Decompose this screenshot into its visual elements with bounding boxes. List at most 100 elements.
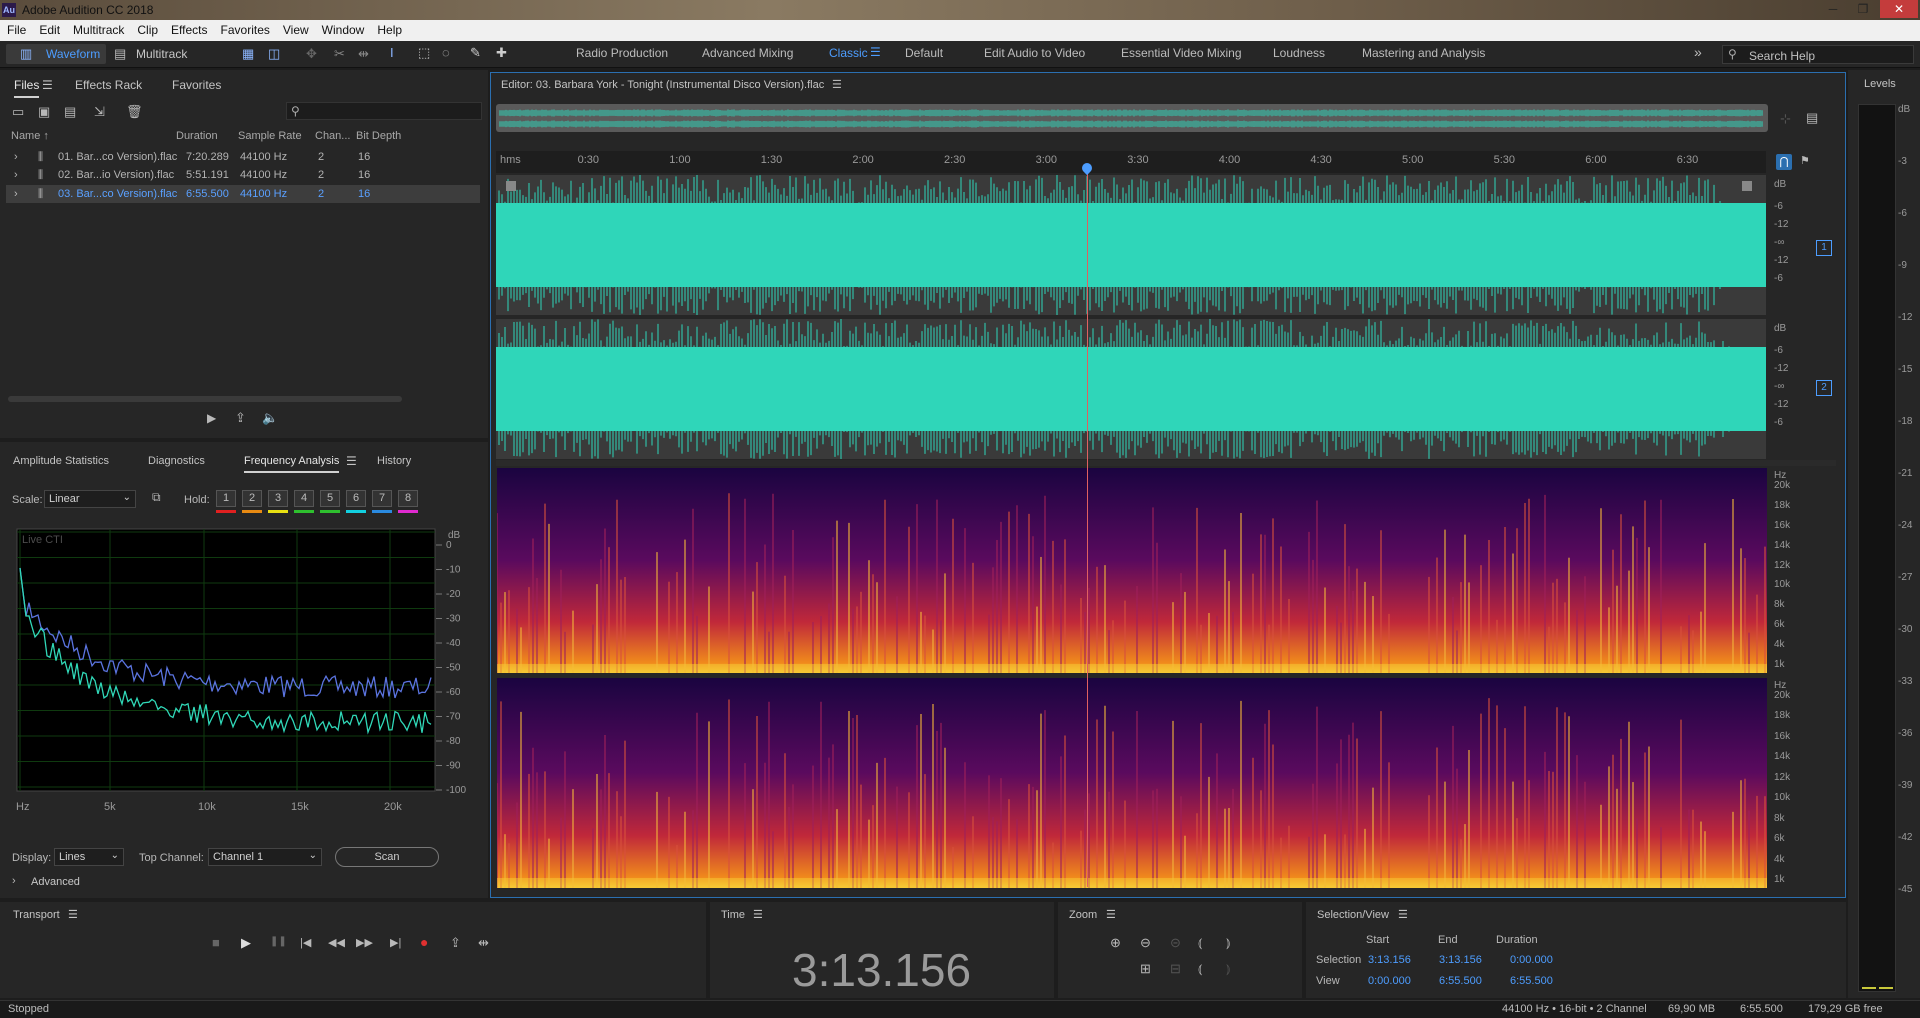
record-icon[interactable]: ● [420,934,428,950]
rewind-icon[interactable]: ◀◀ [328,936,345,949]
spectral-divider-handle[interactable] [496,460,1836,466]
tab-amplitude-statistics[interactable]: Amplitude Statistics [13,455,109,467]
hold-button-6[interactable]: 6 [346,490,366,507]
skip-icon[interactable]: ⇹ [478,935,489,951]
tab-frequency-analysis[interactable]: Frequency Analysis [244,455,340,473]
file-row-selected[interactable]: › ⫼ 03. Bar...co Version).flac 6:55.500 … [6,185,480,203]
file-row[interactable]: › ⫼ 02. Bar...io Version).flac 5:51.191 … [6,166,480,184]
spectral-pitch-icon[interactable]: ◫ [268,46,280,62]
time-selection-tool-icon[interactable]: I [390,45,394,60]
pause-icon[interactable]: ❚❚ [270,936,287,947]
selection-view-menu-icon[interactable]: ☰ [1398,908,1408,921]
col-channels[interactable]: Chan... [315,130,350,142]
zoom-in-time-icon[interactable]: ⊝ [1170,935,1181,951]
zoom-in-left-icon[interactable]: ⦅ [1198,935,1202,951]
tab-files[interactable]: Files [14,78,40,98]
zoom-to-selection-icon[interactable]: ⊹ [1780,111,1791,127]
marquee-tool-icon[interactable]: ⬚ [418,45,430,61]
workspace-edit-audio-video[interactable]: Edit Audio to Video [984,46,1085,60]
menu-help[interactable]: Help [370,20,408,37]
lock-hold-icon[interactable]: ⧉ [152,490,161,505]
stop-icon[interactable]: ■ [212,935,220,950]
hold-button-4[interactable]: 4 [294,490,314,507]
minimize-button[interactable]: ─ [1818,0,1848,18]
menu-edit[interactable]: Edit [32,20,66,37]
files-horizontal-scrollbar[interactable] [8,396,402,402]
hold-button-8[interactable]: 8 [398,490,418,507]
advanced-label[interactable]: Advanced [31,876,80,888]
workspace-radio-production[interactable]: Radio Production [576,46,668,60]
frequency-panel-menu-icon[interactable]: ☰ [346,454,357,468]
zoom-selection-icon[interactable]: ⊟ [1170,961,1181,977]
view-end[interactable]: 6:55.500 [1439,975,1482,987]
hold-button-1[interactable]: 1 [216,490,236,507]
go-to-end-icon[interactable]: ▶| [390,936,401,949]
zoom-menu-icon[interactable]: ☰ [1106,908,1116,921]
hold-button-2[interactable]: 2 [242,490,262,507]
tab-history[interactable]: History [377,455,411,467]
menu-effects[interactable]: Effects [164,20,213,37]
maximize-button[interactable]: ❐ [1848,0,1878,18]
preview-play-icon[interactable]: ▶ [207,411,216,425]
menu-file[interactable]: File [0,20,32,37]
channel-2-badge[interactable]: 2 [1816,380,1832,396]
go-to-start-icon[interactable]: |◀ [300,936,311,949]
waveform-display[interactable] [496,175,1766,460]
marker-icon[interactable]: ⚑ [1800,154,1810,167]
col-name[interactable]: Name ↑ [11,130,49,142]
workspace-overflow-icon[interactable]: » [1694,44,1702,60]
lasso-tool-icon[interactable]: ◌ [442,45,450,60]
hold-button-5[interactable]: 5 [320,490,340,507]
workspace-mastering-analysis[interactable]: Mastering and Analysis [1362,46,1485,60]
spectral-frequency-icon[interactable]: ▦ [242,46,254,62]
selection-duration[interactable]: 0:00.000 [1510,954,1553,966]
time-menu-icon[interactable]: ☰ [753,908,763,921]
close-button[interactable]: ✕ [1880,0,1918,18]
tab-diagnostics[interactable]: Diagnostics [148,455,205,467]
preview-loop-icon[interactable]: ⇪ [235,410,246,426]
timeline-ruler[interactable]: hms 0:30 1:00 1:30 2:00 2:30 3:00 3:30 4:00 4:30… [496,151,1766,173]
import-file-icon[interactable]: ▣ [38,104,50,120]
insert-multitrack-icon[interactable]: ⇲ [94,104,105,120]
snap-icon[interactable]: ⋂ [1776,154,1792,170]
workspace-classic[interactable]: Classic [829,46,868,60]
expand-icon[interactable]: › [14,169,18,181]
zoom-out-amplitude-icon[interactable]: ⊖ [1140,935,1151,951]
menu-view[interactable]: View [276,20,315,37]
menu-multitrack[interactable]: Multitrack [66,20,130,37]
menu-clip[interactable]: Clip [130,20,164,37]
workspace-default[interactable]: Default [905,46,943,60]
spectral-display[interactable] [497,468,1767,888]
zoom-full-icon[interactable]: ⊞ [1140,961,1151,977]
spot-healing-icon[interactable]: ✚ [496,45,507,61]
view-start[interactable]: 0:00.000 [1368,975,1411,987]
fast-forward-icon[interactable]: ▶▶ [356,936,373,949]
workspace-loudness[interactable]: Loudness [1273,46,1325,60]
scale-dropdown[interactable]: Linear ⌄ [44,490,136,508]
top-channel-dropdown[interactable]: Channel 1 ⌄ [208,848,322,866]
open-file-icon[interactable]: ▭ [12,104,24,120]
zoom-in-right-icon[interactable]: ⦆ [1226,935,1230,951]
zoom-in-amplitude-icon[interactable]: ⊕ [1110,935,1121,951]
file-row[interactable]: › ⫼ 01. Bar...co Version).flac 7:20.289 … [6,148,480,166]
tab-favorites[interactable]: Favorites [172,78,221,92]
search-help-field[interactable]: ⚲ Search Help [1722,45,1914,64]
zoom-out-left-icon[interactable]: ⦅ [1198,961,1202,977]
view-duration[interactable]: 6:55.500 [1510,975,1553,987]
display-dropdown[interactable]: Lines ⌄ [54,848,124,866]
hold-button-7[interactable]: 7 [372,490,392,507]
razor-tool-icon[interactable]: ✂ [334,46,345,62]
menu-favorites[interactable]: Favorites [214,20,276,37]
hold-button-3[interactable]: 3 [268,490,288,507]
multitrack-view-button[interactable]: ▤ Multitrack [110,44,200,64]
waveform-view-button[interactable]: ▥ Waveform [6,44,106,64]
expand-icon[interactable]: › [14,188,18,200]
playhead[interactable] [1086,165,1088,887]
col-sample-rate[interactable]: Sample Rate [238,130,302,142]
files-panel-menu-icon[interactable]: ☰ [42,78,53,92]
selection-end[interactable]: 3:13.156 [1439,954,1482,966]
channel-1-badge[interactable]: 1 [1816,240,1832,256]
new-file-icon[interactable]: ▤ [64,104,76,120]
current-time[interactable]: 3:13.156 [792,943,971,997]
move-tool-icon[interactable]: ✥ [306,46,317,62]
